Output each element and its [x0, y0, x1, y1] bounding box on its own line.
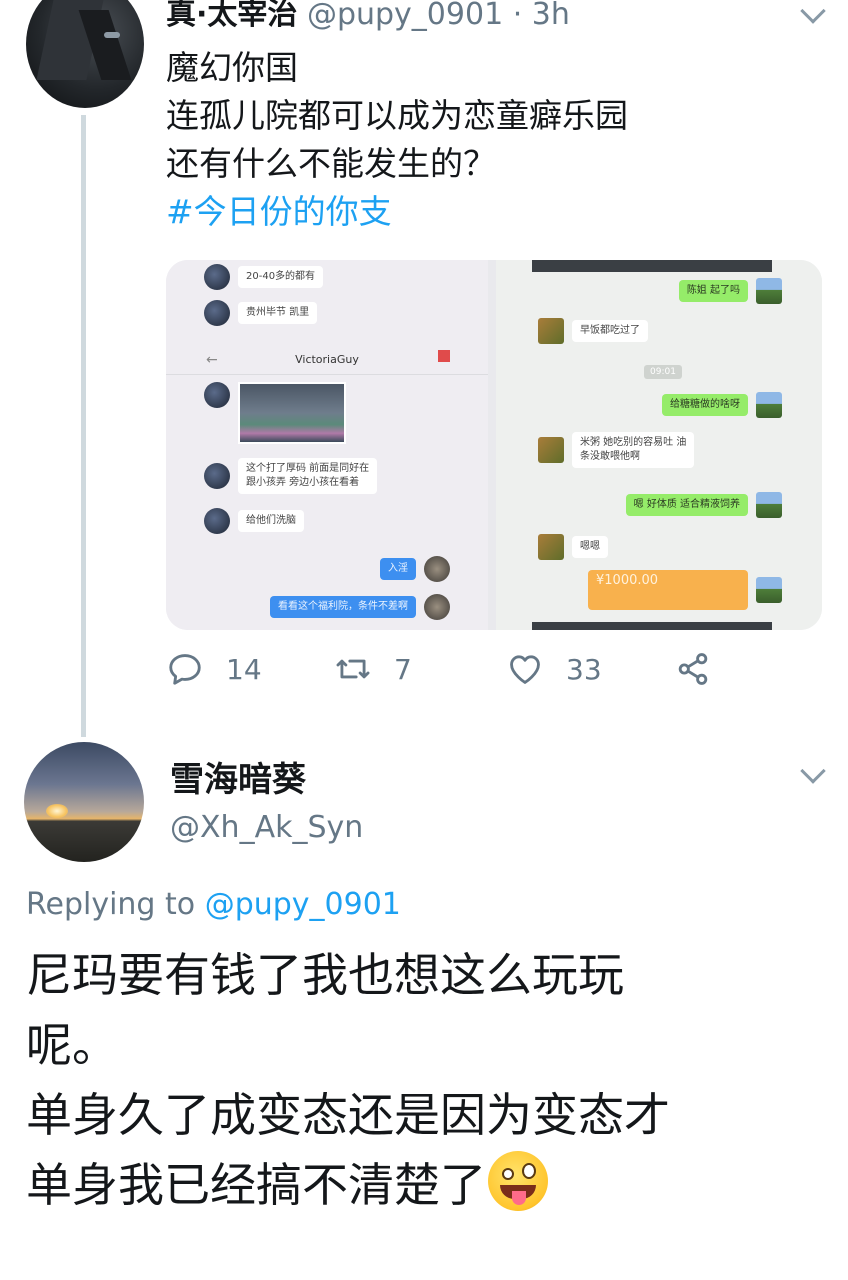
avatar-art [104, 32, 120, 38]
author-handle-time: @pupy_0901 · 3h [306, 0, 570, 32]
retweet-count: 7 [394, 652, 412, 686]
chevron-down-icon[interactable] [800, 0, 826, 24]
chat-avatar [204, 264, 230, 290]
avatar-art [46, 804, 68, 818]
reply-text-line: 尼玛要有钱了我也想这么玩玩 [26, 948, 624, 1002]
chat-avatar [204, 300, 230, 326]
chevron-down-icon[interactable] [800, 758, 826, 784]
chat-message-self: 陈姐 起了吗 [678, 278, 782, 304]
tweet-text-line: 还有什么不能发生的？ [166, 144, 496, 183]
chat-message: 贵州毕节 凯里 [204, 300, 318, 326]
chat-message: 嗯嗯 [538, 534, 608, 560]
chat-avatar [204, 508, 230, 534]
tweet-text: 魔幻你国 连孤儿院都可以成为恋童癖乐园 还有什么不能发生的？ #今日份的你支 [166, 44, 628, 236]
share-icon [678, 653, 708, 685]
chat-avatar [756, 577, 782, 603]
chat-bubble: 米粥 她吃别的容易吐 油 条没敢喂他啊 [572, 432, 695, 468]
reply-count: 14 [226, 652, 262, 686]
chat-bubble: 看看这个福利院，条件不差啊 [270, 596, 416, 618]
status-bar [532, 260, 772, 272]
chat-message-self: 看看这个福利院，条件不差啊 [270, 594, 450, 620]
chat-bubble-line: 条没敢喂他啊 [580, 451, 640, 462]
chat-avatar [424, 556, 450, 582]
chat-avatar [204, 382, 230, 408]
reply-button[interactable]: 14 [166, 650, 262, 688]
reply-text: 尼玛要有钱了我也想这么玩玩 呢。 单身久了成变态还是因为变态才 单身我已经搞不清… [26, 940, 826, 1220]
chat-bubble: 给糖糖做的啥呀 [662, 394, 748, 416]
chat-avatar [756, 278, 782, 304]
share-button[interactable] [674, 650, 712, 688]
chat-message-self: 入淫 [380, 556, 450, 582]
replying-to: Replying to @pupy_0901 [26, 887, 401, 922]
reply-text-line: 呢。 [26, 1018, 118, 1072]
chat-message-self: ¥1000.00 [588, 570, 782, 610]
author-display-name[interactable]: 真·太宰治 [166, 0, 297, 32]
replying-to-mention[interactable]: @pupy_0901 [205, 887, 401, 922]
media-image-right[interactable]: 陈姐 起了吗 早饭都吃过了 09:01 给糖糖做的啥呀 米粥 她吃别的容易吐 油… [496, 260, 822, 630]
chat-time-chip: 09:01 [644, 365, 682, 379]
tweet-header: 真·太宰治 @pupy_0901 · 3h [166, 0, 570, 34]
reply-author-avatar[interactable] [24, 742, 144, 862]
chat-message: 米粥 她吃别的容易吐 油 条没敢喂他啊 [538, 432, 695, 468]
like-count: 33 [566, 652, 602, 686]
tweet-media[interactable]: 20-40多的都有 贵州毕节 凯里 ← VictoriaGuy 这个打了厚码 前… [166, 260, 822, 630]
chat-avatar [756, 492, 782, 518]
chat-bubble-line: 跟小孩弄 旁边小孩在看着 [246, 477, 360, 488]
chat-message: 给他们洗脑 [204, 508, 304, 534]
chat-photo [238, 382, 346, 444]
author-avatar[interactable] [26, 0, 144, 108]
hashtag-link[interactable]: #今日份的你支 [166, 188, 628, 236]
chat-bubble: 给他们洗脑 [238, 510, 304, 532]
reply-text-line-last: 单身我已经搞不清楚了 [26, 1150, 826, 1220]
tweet-actions: 14 7 33 [166, 650, 726, 700]
thread-connector [81, 115, 86, 737]
chat-message-self: 嗯 好体质 适合精液饲养 [625, 492, 782, 518]
chat-avatar [424, 594, 450, 620]
chat-avatar [538, 437, 564, 463]
chat-bubble-line: 米粥 她吃别的容易吐 油 [580, 437, 687, 448]
back-arrow-icon: ← [206, 352, 218, 368]
chat-avatar [204, 463, 230, 489]
chat-bubble: 20-40多的都有 [238, 266, 324, 288]
chat-avatar [756, 392, 782, 418]
nav-bar [532, 622, 772, 630]
chat-bubble: 嗯 好体质 适合精液饲养 [625, 494, 748, 516]
chat-bubble-line: 这个打了厚码 前面是同好在 [246, 463, 370, 474]
chat-message: 早饭都吃过了 [538, 318, 648, 344]
chat-bubble: 贵州毕节 凯里 [238, 302, 318, 324]
chat-message: 这个打了厚码 前面是同好在 跟小孩弄 旁边小孩在看着 [204, 458, 378, 494]
media-image-left[interactable]: 20-40多的都有 贵州毕节 凯里 ← VictoriaGuy 这个打了厚码 前… [166, 260, 488, 630]
transfer-card: ¥1000.00 [588, 570, 748, 610]
retweet-button[interactable]: 7 [334, 650, 412, 688]
retweet-icon [336, 659, 370, 679]
reply-text-line: 单身久了成变态还是因为变态才 [26, 1088, 670, 1142]
reply-author-display-name[interactable]: 雪海暗葵 [170, 752, 306, 801]
reply-author-handle[interactable]: @Xh_Ak_Syn [170, 810, 363, 845]
chat-message-self: 给糖糖做的啥呀 [662, 392, 782, 418]
reply-text-line: 单身我已经搞不清楚了 [26, 1158, 486, 1212]
chat-message: 20-40多的都有 [204, 264, 324, 290]
like-button[interactable]: 33 [506, 650, 602, 688]
tweet-text-line: 连孤儿院都可以成为恋童癖乐园 [166, 96, 628, 135]
chat-title-bar: ← VictoriaGuy [166, 345, 488, 375]
chat-bubble: 这个打了厚码 前面是同好在 跟小孩弄 旁边小孩在看着 [238, 458, 378, 494]
tweet-text-line: 魔幻你国 [166, 48, 298, 87]
zany-face-icon [488, 1151, 548, 1211]
chat-title: VictoriaGuy [295, 353, 359, 366]
chat-avatar [538, 534, 564, 560]
replying-to-label: Replying to [26, 887, 196, 922]
chat-message [204, 382, 346, 444]
chat-bubble: 入淫 [380, 558, 416, 580]
reply-icon [169, 654, 201, 685]
chat-bubble: 嗯嗯 [572, 536, 608, 558]
chat-avatar [538, 318, 564, 344]
heart-icon [510, 655, 540, 684]
chat-bubble: 早饭都吃过了 [572, 320, 648, 342]
chat-bubble: 陈姐 起了吗 [678, 280, 748, 302]
